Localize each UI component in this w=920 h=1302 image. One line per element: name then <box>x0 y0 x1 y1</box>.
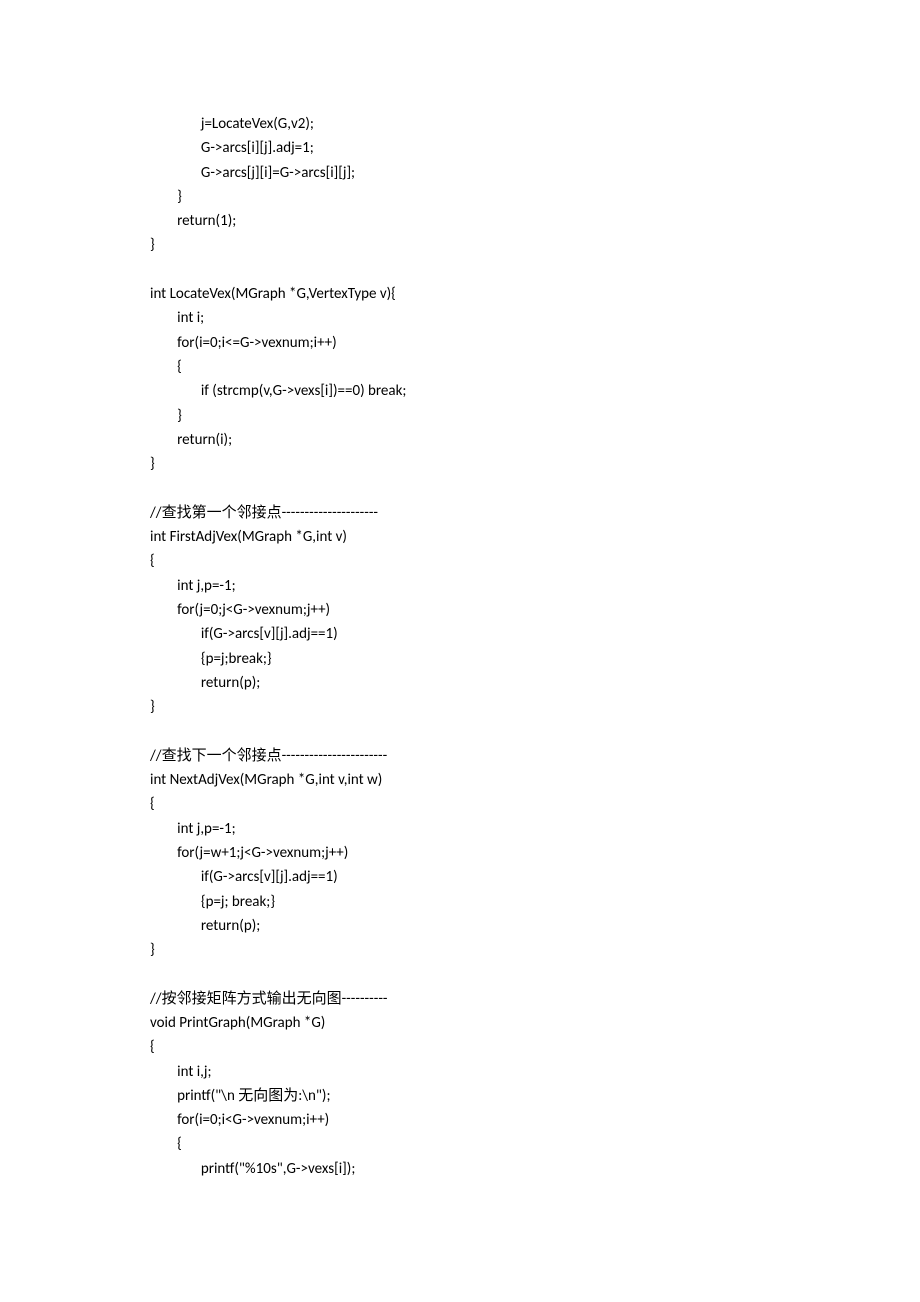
code-line <box>150 476 770 500</box>
code-line: if (strcmp(v,G->vexs[i])==0) break; <box>150 379 770 403</box>
code-line: int i,j; <box>150 1060 770 1084</box>
code-line: return(p); <box>150 671 770 695</box>
code-line <box>150 962 770 986</box>
code-line: int j,p=-1; <box>150 817 770 841</box>
code-line: if(G->arcs[v][j].adj==1) <box>150 865 770 889</box>
code-line: int FirstAdjVex(MGraph *G,int v) <box>150 525 770 549</box>
code-line: //按邻接矩阵方式输出无向图---------- <box>150 987 770 1011</box>
code-line: return(i); <box>150 428 770 452</box>
code-line: j=LocateVex(G,v2); <box>150 112 770 136</box>
code-line: { <box>150 355 770 379</box>
code-line: } <box>150 233 770 257</box>
code-line: //查找下一个邻接点----------------------- <box>150 744 770 768</box>
code-line: int LocateVex(MGraph *G,VertexType v){ <box>150 282 770 306</box>
code-line: //查找第一个邻接点--------------------- <box>150 501 770 525</box>
code-line: {p=j;break;} <box>150 647 770 671</box>
code-line: } <box>150 695 770 719</box>
code-line: { <box>150 792 770 816</box>
code-line: for(i=0;i<=G->vexnum;i++) <box>150 331 770 355</box>
code-line <box>150 258 770 282</box>
code-line: int NextAdjVex(MGraph *G,int v,int w) <box>150 768 770 792</box>
code-line: } <box>150 938 770 962</box>
code-line: return(1); <box>150 209 770 233</box>
code-line: } <box>150 452 770 476</box>
code-line: } <box>150 185 770 209</box>
code-line: for(j=0;j<G->vexnum;j++) <box>150 598 770 622</box>
code-line: return(p); <box>150 914 770 938</box>
code-line: G->arcs[i][j].adj=1; <box>150 136 770 160</box>
code-line: } <box>150 404 770 428</box>
code-line: for(j=w+1;j<G->vexnum;j++) <box>150 841 770 865</box>
code-line: int j,p=-1; <box>150 574 770 598</box>
code-block: j=LocateVex(G,v2); G->arcs[i][j].adj=1; … <box>150 112 770 1181</box>
code-line: printf("%10s",G->vexs[i]); <box>150 1157 770 1181</box>
code-line: { <box>150 1035 770 1059</box>
code-line: void PrintGraph(MGraph *G) <box>150 1011 770 1035</box>
code-line <box>150 719 770 743</box>
code-line: if(G->arcs[v][j].adj==1) <box>150 622 770 646</box>
code-line: for(i=0;i<G->vexnum;i++) <box>150 1108 770 1132</box>
code-line: printf("\n 无向图为:\n"); <box>150 1084 770 1108</box>
code-line: int i; <box>150 306 770 330</box>
code-line: { <box>150 1132 770 1156</box>
code-line: G->arcs[j][i]=G->arcs[i][j]; <box>150 161 770 185</box>
code-line: { <box>150 549 770 573</box>
document-page: j=LocateVex(G,v2); G->arcs[i][j].adj=1; … <box>0 0 920 1302</box>
code-line: {p=j; break;} <box>150 890 770 914</box>
